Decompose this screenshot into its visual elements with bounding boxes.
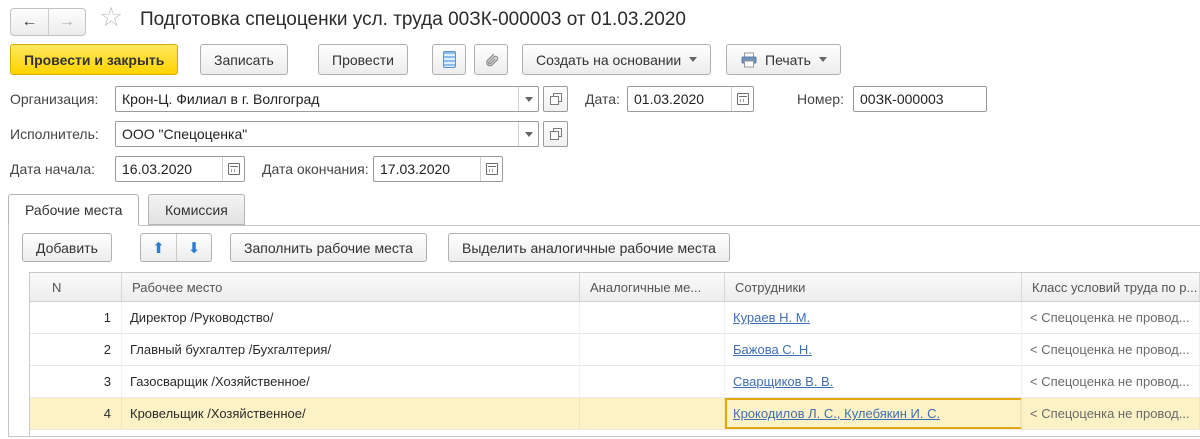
move-buttons: ⬆ ⬇ <box>140 233 212 262</box>
open-form-icon <box>550 128 562 140</box>
page-title: Подготовка спецоценки усл. труда 00ЗК-00… <box>140 9 686 31</box>
number-field <box>853 86 987 112</box>
workplaces-panel: Добавить ⬆ ⬇ Заполнить рабочие места Выд… <box>8 225 1200 437</box>
open-form-icon <box>550 93 562 105</box>
fill-workplaces-button[interactable]: Заполнить рабочие места <box>230 233 427 262</box>
favorite-star-icon[interactable]: ☆ <box>99 2 123 33</box>
table-header: N Рабочее место Аналогичные ме... Сотруд… <box>30 272 1200 302</box>
chevron-down-icon <box>689 57 697 62</box>
cell-n[interactable]: 2 <box>30 334 122 365</box>
employees-link[interactable]: Сварщиков В. В. <box>733 374 833 389</box>
executor-label: Исполнитель: <box>10 121 99 147</box>
number-input[interactable] <box>854 87 986 111</box>
forward-arrow-icon[interactable]: → <box>48 9 85 35</box>
executor-field <box>115 121 539 147</box>
cell-employees-selected[interactable]: Крокодилов Л. С., Кулебякин И. С. <box>725 398 1022 429</box>
table-row[interactable]: 1 Директор /Руководство/ Кураев Н. М. < … <box>30 302 1200 334</box>
column-header-workplace[interactable]: Рабочее место <box>122 273 580 301</box>
executor-input[interactable] <box>116 122 518 146</box>
cell-similar[interactable] <box>580 302 725 333</box>
cell-workplace[interactable]: Газосварщик /Хозяйственное/ <box>122 366 580 397</box>
executor-open-button[interactable] <box>543 121 568 147</box>
cell-employees[interactable]: Бажова С. Н. <box>725 334 1022 365</box>
table-row[interactable]: 2 Главный бухгалтер /Бухгалтерия/ Бажова… <box>30 334 1200 366</box>
tab-workplaces[interactable]: Рабочие места <box>8 194 139 226</box>
executor-dropdown-button[interactable] <box>518 122 538 146</box>
printer-icon <box>740 52 758 68</box>
create-based-on-button[interactable]: Создать на основании <box>522 44 711 75</box>
tab-commission[interactable]: Комиссия <box>148 194 245 225</box>
date-calendar-button[interactable] <box>731 87 753 111</box>
cell-workplace[interactable]: Кровельщик /Хозяйственное/ <box>122 398 580 429</box>
organization-input[interactable] <box>116 87 518 111</box>
write-button[interactable]: Записать <box>200 44 288 75</box>
end-date-input[interactable] <box>374 157 480 181</box>
organization-dropdown-button[interactable] <box>518 87 538 111</box>
chevron-down-icon <box>525 97 533 102</box>
table-row-selected[interactable]: 4 Кровельщик /Хозяйственное/ Крокодилов … <box>30 398 1200 430</box>
end-date-field <box>373 156 503 182</box>
add-button[interactable]: Добавить <box>22 233 112 262</box>
register-records-button[interactable] <box>432 44 466 75</box>
history-nav: ← → <box>10 8 86 36</box>
chevron-down-icon <box>525 132 533 137</box>
post-button[interactable]: Провести <box>318 44 408 75</box>
print-button[interactable]: Печать <box>726 44 841 75</box>
cell-class[interactable]: < Спецоценка не провод... <box>1022 366 1200 397</box>
column-header-n[interactable]: N <box>30 273 122 301</box>
cell-class[interactable]: < Спецоценка не провод... <box>1022 398 1200 429</box>
back-arrow-icon[interactable]: ← <box>11 9 48 35</box>
move-down-icon[interactable]: ⬇ <box>176 234 211 261</box>
calendar-icon <box>228 163 240 175</box>
cell-employees[interactable]: Кураев Н. М. <box>725 302 1022 333</box>
select-similar-button[interactable]: Выделить аналогичные рабочие места <box>448 233 730 262</box>
start-date-input[interactable] <box>116 157 222 181</box>
cell-employees[interactable]: Сварщиков В. В. <box>725 366 1022 397</box>
column-header-similar[interactable]: Аналогичные ме... <box>580 273 725 301</box>
cell-class[interactable]: < Спецоценка не провод... <box>1022 302 1200 333</box>
cell-class[interactable]: < Спецоценка не провод... <box>1022 334 1200 365</box>
table-row[interactable]: 3 Газосварщик /Хозяйственное/ Сварщиков … <box>30 366 1200 398</box>
create-based-on-label: Создать на основании <box>536 52 681 68</box>
cell-similar[interactable] <box>580 366 725 397</box>
calendar-icon <box>737 93 749 105</box>
organization-field <box>115 86 539 112</box>
employees-link[interactable]: Крокодилов Л. С., Кулебякин И. С. <box>733 406 940 421</box>
move-up-icon[interactable]: ⬆ <box>141 234 176 261</box>
cell-workplace[interactable]: Директор /Руководство/ <box>122 302 580 333</box>
end-date-calendar-button[interactable] <box>480 157 502 181</box>
date-label: Дата: <box>585 86 620 112</box>
column-header-class[interactable]: Класс условий труда по р... <box>1022 273 1200 301</box>
column-header-employees[interactable]: Сотрудники <box>725 273 1022 301</box>
cell-n[interactable]: 1 <box>30 302 122 333</box>
date-input[interactable] <box>628 87 731 111</box>
start-date-label: Дата начала: <box>10 156 95 182</box>
employees-link[interactable]: Кураев Н. М. <box>733 310 810 325</box>
organization-open-button[interactable] <box>543 86 568 112</box>
cell-similar[interactable] <box>580 334 725 365</box>
organization-label: Организация: <box>10 86 98 112</box>
end-date-label: Дата окончания: <box>262 156 369 182</box>
cell-workplace[interactable]: Главный бухгалтер /Бухгалтерия/ <box>122 334 580 365</box>
start-date-calendar-button[interactable] <box>222 157 244 181</box>
paperclip-icon <box>482 51 500 69</box>
employees-link[interactable]: Бажова С. Н. <box>733 342 812 357</box>
calendar-icon <box>486 163 498 175</box>
print-label: Печать <box>765 52 811 68</box>
workplaces-table: N Рабочее место Аналогичные ме... Сотруд… <box>29 272 1200 436</box>
attachments-button[interactable] <box>474 44 508 75</box>
post-and-close-button[interactable]: Провести и закрыть <box>10 44 178 75</box>
cell-similar[interactable] <box>580 398 725 429</box>
number-label: Номер: <box>797 86 844 112</box>
chevron-down-icon <box>819 57 827 62</box>
date-field <box>627 86 754 112</box>
journal-icon <box>443 51 456 68</box>
start-date-field <box>115 156 245 182</box>
cell-n[interactable]: 3 <box>30 366 122 397</box>
cell-n[interactable]: 4 <box>30 398 122 429</box>
